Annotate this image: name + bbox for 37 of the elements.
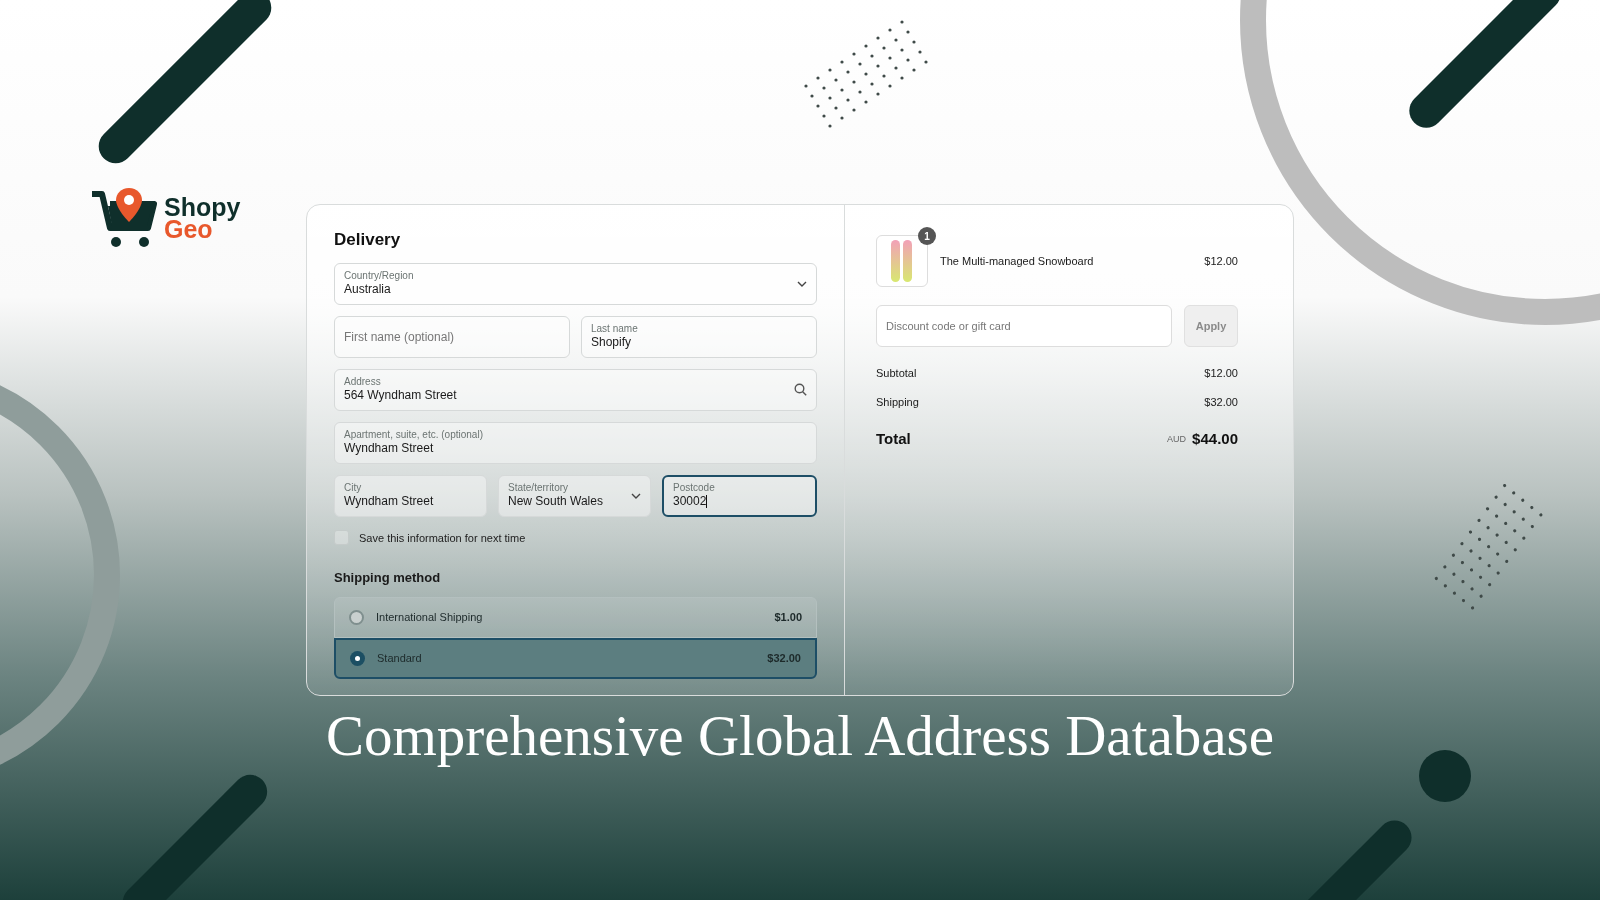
total-amount: $44.00 [1192,429,1238,449]
shipping-option[interactable]: International Shipping $1.00 [334,596,817,638]
summary-label: Subtotal [876,366,917,381]
option-name: Standard [377,650,423,666]
product-name: The Multi-managed Snowboard [940,253,1095,269]
cart-with-pin-logo [90,186,158,250]
input-field[interactable]: First name (optional) [334,315,570,358]
quantity-badge: 1 [918,227,936,245]
headline: Comprehensive Global Address Database [324,703,1276,769]
input-field[interactable]: Apartment, suite, etc. (optional) Wyndham Street [334,421,817,464]
radio-button [349,609,364,625]
total-label: Total [876,429,911,449]
checkbox-label: Save this information for next time [359,530,526,546]
summary-value: $32.00 [1204,394,1238,410]
brand-name: Geo [164,218,213,240]
discount-field[interactable]: Discount code or gift card [876,305,1172,347]
select-field[interactable]: Country/Region Australia [334,262,817,305]
summary-value: $12.00 [1204,366,1238,381]
option-price: $32.00 [767,650,801,666]
search-field[interactable]: Address 564 Wyndham Street [334,368,817,411]
currency-code: AUD [1167,432,1187,446]
section-title: Shipping method [334,569,442,587]
product-price: $12.00 [1204,253,1238,269]
summary-label: Shipping [876,394,919,410]
checkbox[interactable] [334,530,349,546]
input-field[interactable]: Postcode 30002 [662,474,817,517]
snowboard-drawing [891,240,913,282]
radio-button [350,650,365,666]
option-price: $1.00 [774,609,802,625]
chevron-down-icon [631,492,641,499]
chevron-down-icon [797,280,807,287]
section-title: Delivery [334,229,402,251]
select-field[interactable]: State/territory New South Wales [498,474,651,517]
input-field[interactable]: Last name Shopify [581,315,817,358]
search-icon [794,383,807,396]
input-field[interactable]: City Wyndham Street [334,474,487,517]
option-name: International Shipping [376,609,484,625]
